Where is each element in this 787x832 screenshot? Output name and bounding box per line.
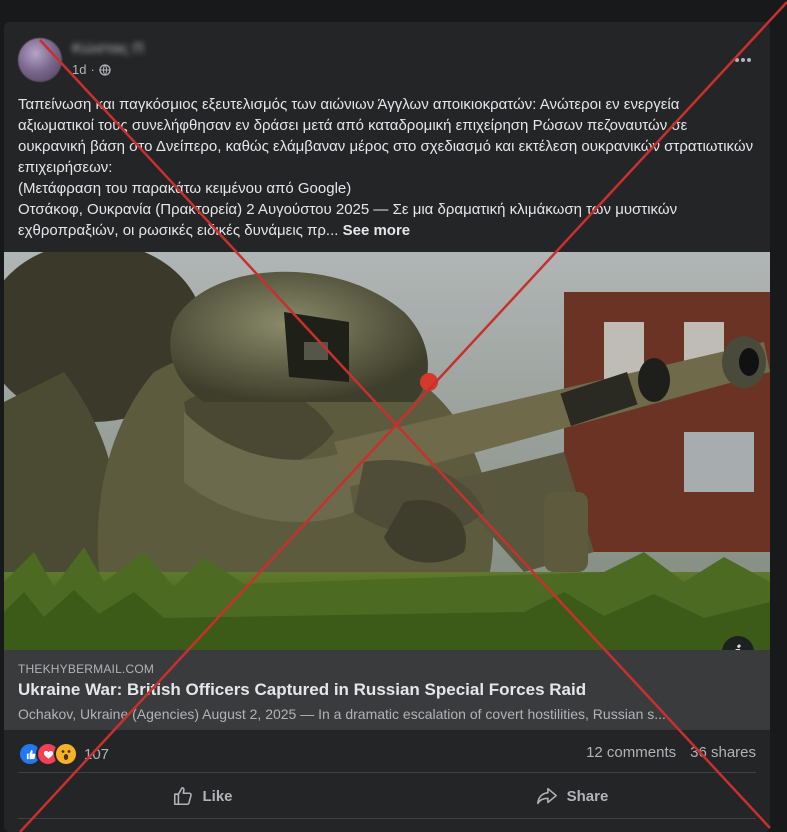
post-text-line: (Μετάφραση του παρακάτω κειμένου από Goo… [18,180,352,197]
divider [18,818,756,819]
reactions-summary[interactable]: 107 [18,742,109,766]
post-text-line: Ταπείνωση και παγκόσμιος εξευτελισμός τω… [18,96,754,176]
soldier-photo [4,252,770,650]
wow-icon [54,742,78,766]
shares-count[interactable]: 36 shares [690,744,756,761]
link-domain: THEKHYBERMAIL.COM [18,662,155,676]
globe-icon[interactable] [99,63,111,76]
author-name[interactable]: Κώστας Π [72,40,144,57]
like-label: Like [202,787,233,805]
see-more-link[interactable]: See more [343,222,411,239]
thumbs-up-icon [174,786,193,806]
post-text-line: Οτσάκοφ, Ουκρανία (Πρακτορεία) 2 Αυγούστ… [18,199,758,241]
post-image[interactable] [4,252,770,650]
more-options-icon[interactable] [728,50,758,70]
avatar[interactable] [18,38,62,82]
engagement-counts: 12 comments 36 shares [586,744,756,761]
post-stats: 107 12 comments 36 shares [18,740,756,766]
link-preview[interactable]: THEKHYBERMAIL.COM Ukraine War: British O… [4,650,770,730]
like-button[interactable]: Like [18,774,387,818]
link-title[interactable]: Ukraine War: British Officers Captured i… [18,680,586,700]
action-bar: Like Share [18,774,756,818]
divider [18,772,756,773]
reaction-count: 107 [84,745,110,763]
comments-count[interactable]: 12 comments [586,744,676,761]
top-strip [0,0,787,22]
share-label: Share [566,787,609,805]
link-description: Ochakov, Ukraine (Agencies) August 2, 20… [18,706,666,722]
post-header: Κώστας Π 1d · [18,38,758,86]
share-arrow-icon [536,787,557,805]
post-card: Κώστας Π 1d · Ταπείνωση και παγκόσμιος ε… [4,22,770,832]
post-meta: 1d · [72,62,111,77]
share-button[interactable]: Share [387,774,756,818]
post-time[interactable]: 1d [72,62,86,77]
post-text: Ταπείνωση και παγκόσμιος εξευτελισμός τω… [18,94,758,241]
meta-separator: · [90,62,95,77]
